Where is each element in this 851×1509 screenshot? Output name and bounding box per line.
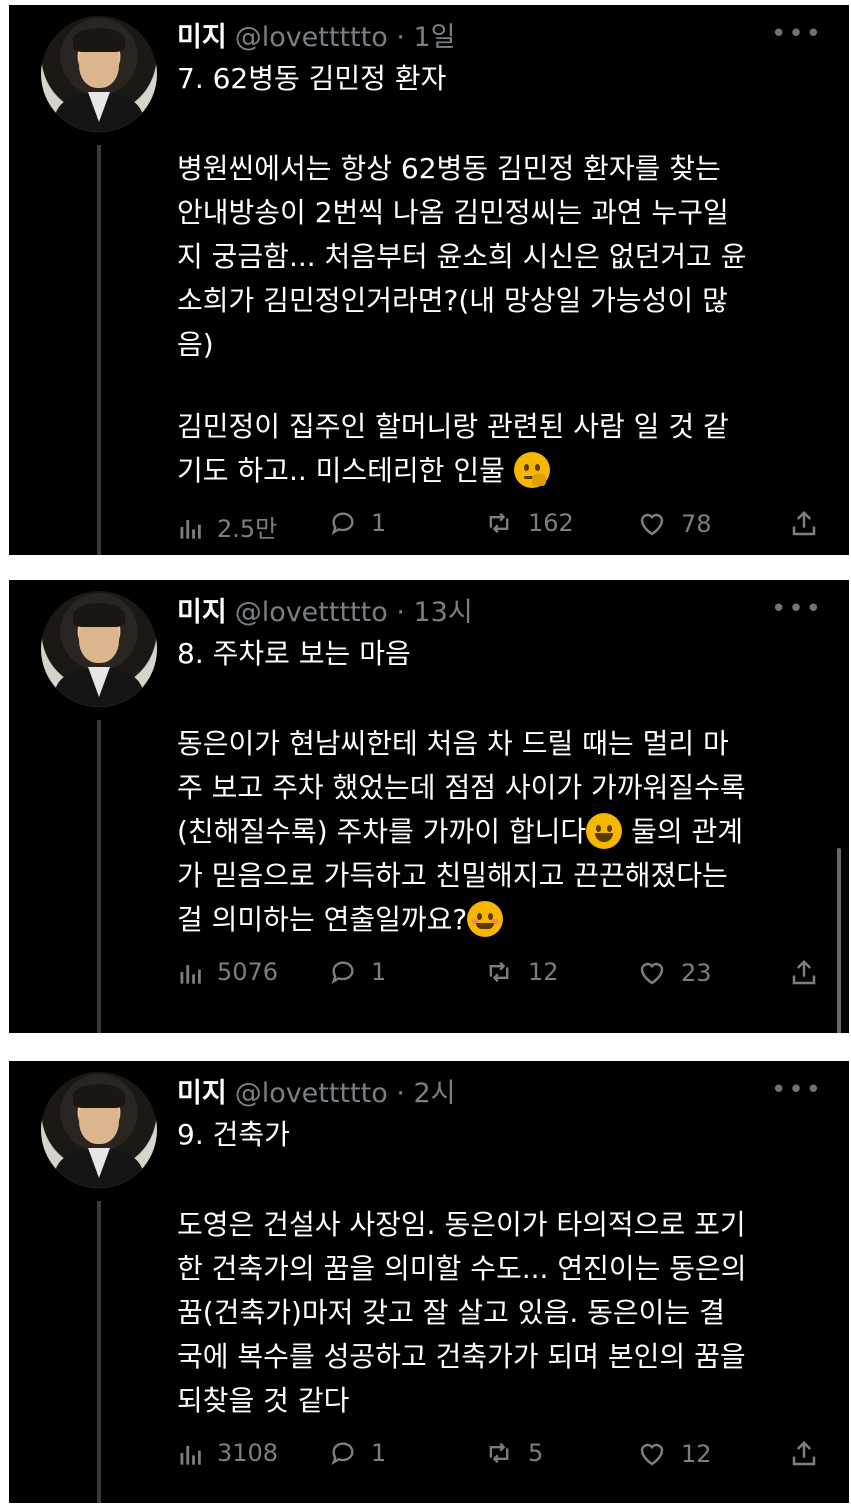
reply-count: 1 — [371, 958, 387, 986]
reply-count: 1 — [371, 1439, 387, 1467]
views-count: 5076 — [217, 958, 279, 986]
thread-line — [97, 720, 101, 1033]
tweet-header: 미지 @lovettttto · 13시 — [177, 597, 473, 628]
display-name[interactable]: 미지 — [177, 1078, 227, 1109]
retweet-button[interactable]: 5 — [482, 1439, 543, 1467]
retweet-button[interactable]: 12 — [482, 958, 559, 986]
tweet-body: 병원씬에서는 항상 62병동 김민정 환자를 찾는 안내방송이 2번씩 나옴 김… — [177, 152, 747, 361]
views-count: 3108 — [217, 1439, 279, 1467]
views-icon — [180, 1446, 201, 1465]
smiling-blush-face-icon — [467, 901, 504, 937]
user-handle[interactable]: @lovettttto — [235, 1078, 388, 1109]
tweet-card-3[interactable]: 미지 @lovettttto · 2시 ••• 9. 건축가 도영은 건설사 사장… — [9, 1061, 849, 1503]
reply-icon — [331, 961, 354, 984]
share-icon — [792, 510, 816, 536]
reply-button[interactable]: 1 — [327, 1439, 386, 1467]
tweet-body: 동은이가 현남씨한테 처음 차 드릴 때는 멀리 마 주 보고 주차 했었는데 … — [177, 727, 746, 937]
share-button[interactable] — [789, 509, 819, 539]
tweet-actions: 2.5만 1 162 78 — [177, 509, 819, 549]
retweet-icon — [489, 1442, 509, 1464]
tweet-header: 미지 @lovettttto · 1일 — [177, 22, 456, 53]
tweet-title: 8. 주차로 보는 마음 — [177, 637, 411, 670]
avatar-hair — [73, 603, 125, 627]
share-button[interactable] — [789, 958, 819, 988]
retweet-count: 162 — [528, 509, 574, 537]
tweet-card-1[interactable]: 미지 @lovettttto · 1일 ••• 7. 62병동 김민정 환자 병원… — [9, 5, 849, 555]
like-button[interactable]: 78 — [635, 509, 712, 539]
tweet-time[interactable]: 2시 — [414, 1078, 456, 1109]
like-count: 78 — [681, 510, 712, 538]
more-options-icon[interactable]: ••• — [771, 594, 823, 624]
tweet-header: 미지 @lovettttto · 2시 — [177, 1078, 456, 1109]
like-button[interactable]: 23 — [635, 958, 712, 988]
views-icon — [180, 965, 201, 984]
reply-icon — [331, 1442, 354, 1465]
display-name[interactable]: 미지 — [177, 597, 227, 628]
retweet-button[interactable]: 162 — [482, 509, 574, 537]
avatar-hair — [73, 1084, 125, 1108]
tweet-time[interactable]: 13시 — [414, 597, 473, 628]
tweet-actions: 3108 1 5 12 — [177, 1439, 819, 1479]
share-button[interactable] — [789, 1439, 819, 1469]
tweet-body-2: 김민정이 집주인 할머니랑 관련된 사람 일 것 같 기도 하고.. 미스테리한… — [177, 410, 729, 488]
views-button[interactable]: 3108 — [177, 1439, 278, 1467]
avatar[interactable] — [41, 1072, 157, 1188]
retweet-icon — [489, 961, 509, 983]
thread-line — [97, 145, 101, 555]
tweet-time[interactable]: 1일 — [414, 22, 456, 53]
avatar[interactable] — [41, 16, 157, 132]
grinning-face-icon — [586, 813, 623, 849]
user-handle[interactable]: @lovettttto — [235, 597, 388, 628]
heart-icon — [640, 1443, 664, 1466]
like-count: 23 — [681, 959, 712, 987]
tweet-actions: 5076 1 12 23 — [177, 958, 819, 998]
views-button[interactable]: 5076 — [177, 958, 278, 986]
heart-icon — [640, 962, 664, 985]
tweet-card-2[interactable]: 미지 @lovettttto · 13시 ••• 8. 주차로 보는 마음 동은이… — [9, 580, 849, 1033]
user-handle[interactable]: @lovettttto — [235, 22, 388, 53]
like-button[interactable]: 12 — [635, 1439, 712, 1469]
more-options-icon[interactable]: ••• — [771, 1075, 823, 1105]
views-icon — [180, 519, 201, 539]
share-icon — [792, 959, 816, 985]
avatar-hair — [73, 28, 125, 52]
retweet-icon — [489, 512, 509, 534]
reply-icon — [331, 512, 354, 535]
heart-icon — [640, 513, 664, 536]
more-options-icon[interactable]: ••• — [771, 19, 823, 49]
thread-line — [97, 1201, 101, 1503]
retweet-count: 5 — [528, 1439, 544, 1467]
thinking-face-icon — [513, 452, 550, 488]
tweet-title: 7. 62병동 김민정 환자 — [177, 62, 447, 95]
reply-button[interactable]: 1 — [327, 958, 386, 986]
like-count: 12 — [681, 1440, 712, 1468]
tweet-title: 9. 건축가 — [177, 1118, 290, 1151]
tweet-body: 도영은 건설사 사장임. 동은이가 타의적으로 포기 한 건축가의 꿈을 의미할… — [177, 1208, 747, 1417]
avatar[interactable] — [41, 591, 157, 707]
reply-count: 1 — [371, 509, 387, 537]
retweet-count: 12 — [528, 958, 559, 986]
scrollbar[interactable] — [837, 848, 841, 1033]
share-icon — [792, 1440, 816, 1466]
display-name[interactable]: 미지 — [177, 22, 227, 53]
reply-button[interactable]: 1 — [327, 509, 386, 537]
views-count: 2.5만 — [217, 515, 278, 543]
views-button[interactable]: 2.5만 — [177, 509, 277, 544]
